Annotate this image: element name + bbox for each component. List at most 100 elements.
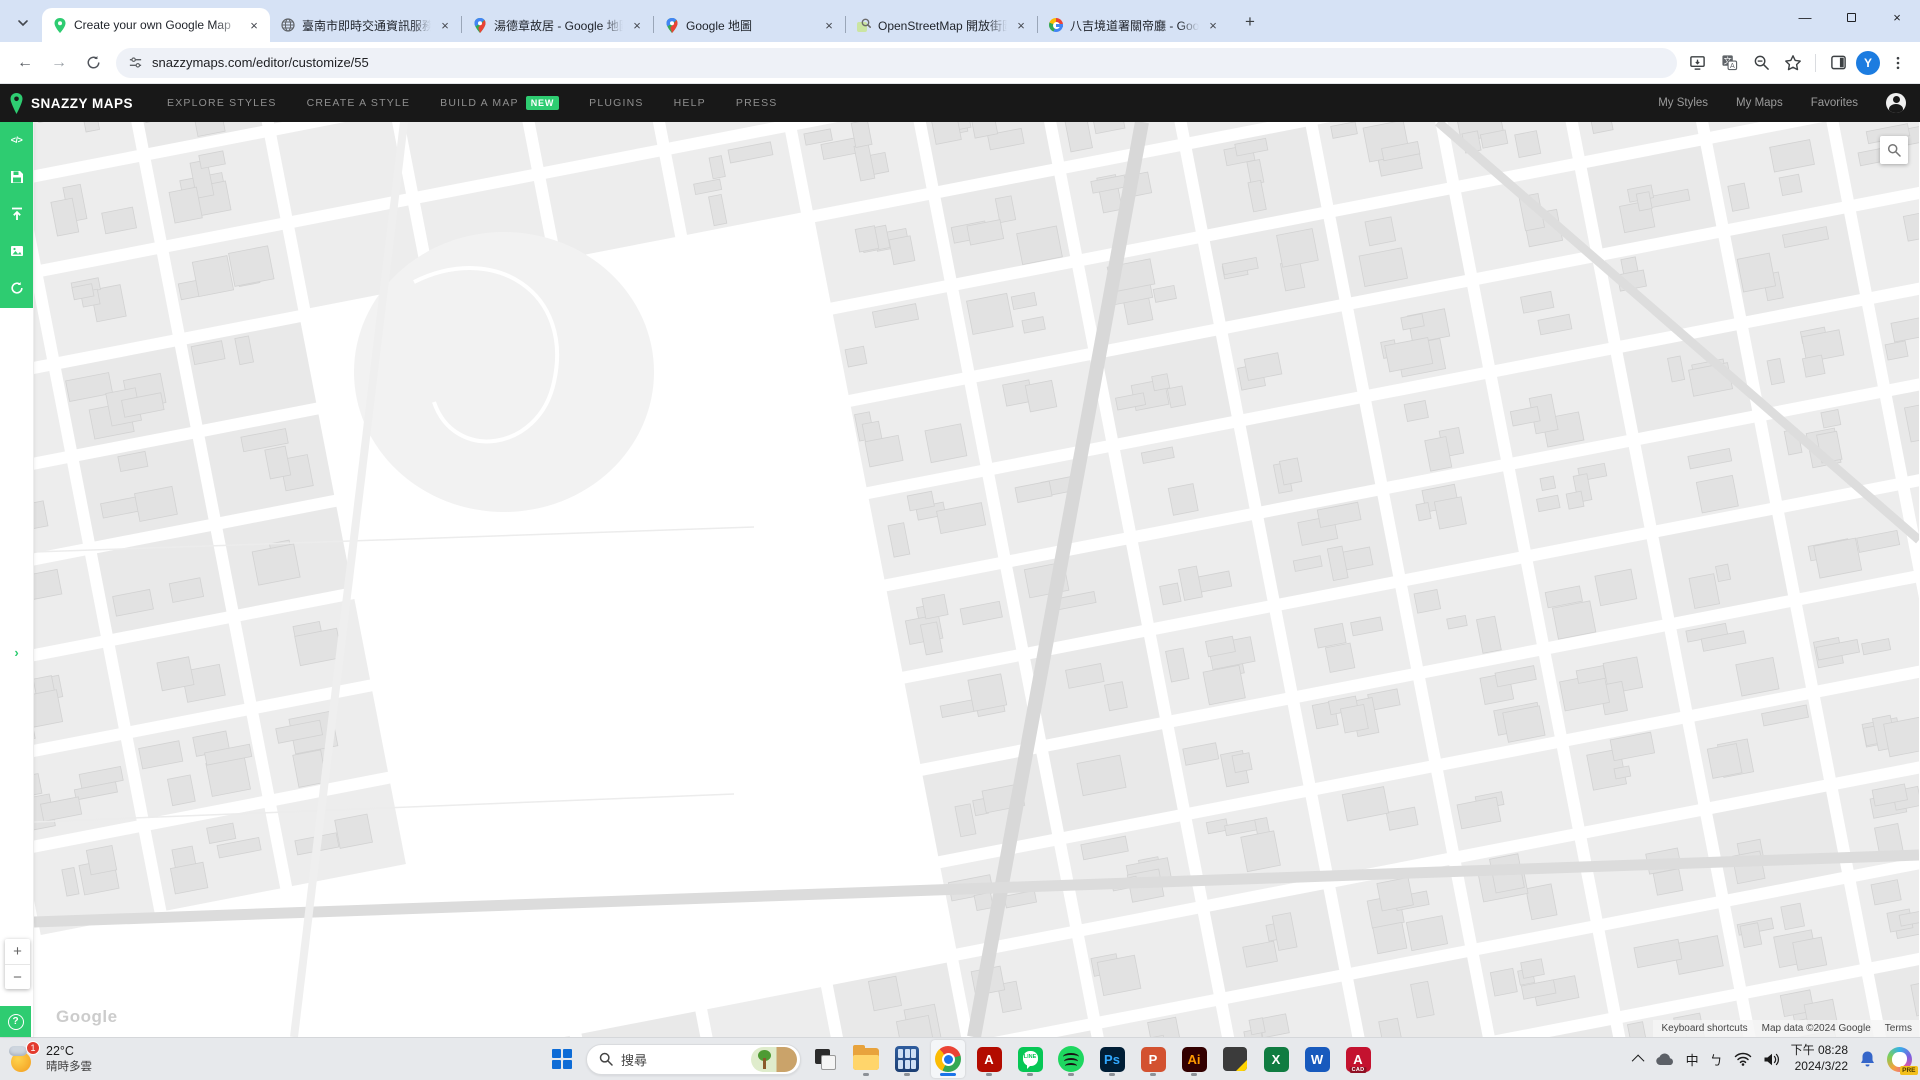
tab-title: 臺南市即時交通資訊服務網 (302, 17, 431, 34)
taskbar-search[interactable]: 搜尋 (586, 1044, 801, 1075)
nav-build-a-map[interactable]: BUILD A MAP NEW (440, 96, 559, 110)
speaker-icon[interactable] (1763, 1052, 1780, 1067)
nav-my-styles[interactable]: My Styles (1658, 97, 1708, 109)
tab-google-search[interactable]: 八吉境道署關帝廳 - Google 搜 × (1038, 8, 1229, 42)
help-button[interactable]: ? (0, 1006, 31, 1037)
taskbar-app-file-explorer[interactable] (849, 1040, 883, 1078)
clock-time: 下午 08:28 (1791, 1043, 1848, 1059)
toolbar-separator (1815, 54, 1816, 72)
nav-press[interactable]: PRESS (736, 97, 778, 109)
profile-avatar[interactable]: Y (1856, 51, 1880, 75)
sidebar-expand-chevron-icon[interactable]: › (0, 645, 33, 660)
terms-link[interactable]: Terms (1885, 1023, 1912, 1034)
install-app-icon[interactable] (1683, 49, 1711, 77)
browser-menu-icon[interactable] (1884, 49, 1912, 77)
tab-google-maps-place[interactable]: 湯德章故居 - Google 地圖 × (462, 8, 653, 42)
window-controls: — × (1782, 0, 1920, 34)
save-icon[interactable] (9, 169, 25, 185)
map-attribution: Keyboard shortcuts Map data ©2024 Google… (1653, 1020, 1920, 1037)
zoom-in-button[interactable]: + (5, 939, 30, 964)
search-icon (599, 1052, 613, 1066)
hidden-icons-chevron-icon[interactable] (1635, 1055, 1644, 1064)
upload-icon[interactable] (9, 206, 25, 222)
map-search-button[interactable] (1880, 136, 1908, 164)
notification-bell-icon[interactable] (1859, 1050, 1876, 1068)
taskbar-app-illustrator[interactable]: Ai (1177, 1040, 1211, 1078)
image-icon[interactable] (9, 243, 25, 259)
map-tiles (34, 122, 1919, 1037)
system-tray: 中 ㄅ 下午 08:28 2024/3/22 PRE (1635, 1038, 1912, 1080)
code-icon[interactable]: </> (9, 132, 25, 148)
nav-build-a-map-label: BUILD A MAP (440, 97, 519, 109)
nav-explore-styles[interactable]: EXPLORE STYLES (167, 97, 277, 109)
taskbar-app-excel[interactable]: X (1259, 1040, 1293, 1078)
bookmark-star-icon[interactable] (1779, 49, 1807, 77)
nav-plugins[interactable]: PLUGINS (589, 97, 644, 109)
taskbar-app-photoshop[interactable]: Ps (1095, 1040, 1129, 1078)
taskbar-app-powerpoint[interactable]: P (1136, 1040, 1170, 1078)
tab-close-icon[interactable]: × (629, 17, 645, 33)
tab-close-icon[interactable]: × (437, 17, 453, 33)
taskbar-app-notes[interactable] (1218, 1040, 1252, 1078)
reload-button[interactable] (78, 48, 108, 78)
tab-openstreetmap[interactable]: OpenStreetMap 開放街圖 × (846, 8, 1037, 42)
ime-language-indicator[interactable]: 中 (1686, 1050, 1699, 1069)
wifi-icon[interactable] (1734, 1052, 1752, 1066)
taskbar-app-calculator[interactable] (890, 1040, 924, 1078)
map-canvas[interactable]: Google Keyboard shortcuts Map data ©2024… (34, 122, 1920, 1037)
tab-close-icon[interactable]: × (246, 17, 262, 33)
weather-widget[interactable]: 1 22°C 晴時多雲 (8, 1044, 92, 1074)
tab-close-icon[interactable]: × (1013, 17, 1029, 33)
taskbar-app-task-view[interactable] (808, 1040, 842, 1078)
translate-icon[interactable]: 文A (1715, 49, 1743, 77)
brand-name: SNAZZY MAPS (31, 96, 133, 111)
account-icon[interactable] (1886, 93, 1906, 113)
tab-google-maps[interactable]: Google 地圖 × (654, 8, 845, 42)
zoom-out-page-icon[interactable] (1747, 49, 1775, 77)
tab-close-icon[interactable]: × (821, 17, 837, 33)
notification-badge: 1 (26, 1041, 40, 1055)
globe-icon (280, 17, 296, 33)
nav-favorites[interactable]: Favorites (1811, 97, 1858, 109)
tab-tainan-traffic[interactable]: 臺南市即時交通資訊服務網 × (270, 8, 461, 42)
taskbar-app-acrobat[interactable]: A (972, 1040, 1006, 1078)
osm-icon (856, 17, 872, 33)
windows-logo-icon (552, 1049, 572, 1069)
taskbar-clock[interactable]: 下午 08:28 2024/3/22 (1791, 1043, 1848, 1074)
weather-icon: 1 (8, 1044, 38, 1074)
address-bar[interactable]: snazzymaps.com/editor/customize/55 (116, 48, 1677, 78)
maximize-button[interactable] (1828, 0, 1874, 34)
side-panel-icon[interactable] (1824, 49, 1852, 77)
new-tab-button[interactable]: + (1237, 9, 1263, 35)
refresh-icon[interactable] (9, 280, 25, 296)
tab-title: Google 地圖 (686, 17, 815, 34)
taskbar-app-chrome[interactable] (931, 1040, 965, 1078)
ime-mode-indicator[interactable]: ㄅ (1710, 1050, 1723, 1069)
close-button[interactable]: × (1874, 0, 1920, 34)
taskbar-app-spotify[interactable] (1054, 1040, 1088, 1078)
taskbar-app-line[interactable]: LINE (1013, 1040, 1047, 1078)
back-button[interactable]: ← (10, 48, 40, 78)
nav-create-a-style[interactable]: CREATE A STYLE (307, 97, 411, 109)
map-data-text: Map data ©2024 Google (1762, 1023, 1871, 1034)
nav-my-maps[interactable]: My Maps (1736, 97, 1783, 109)
site-settings-icon[interactable] (128, 55, 143, 70)
nav-help[interactable]: HELP (674, 97, 706, 109)
snazzy-maps-logo[interactable]: SNAZZY MAPS (10, 93, 133, 114)
tab-snazzy-maps[interactable]: Create your own Google Map × (42, 8, 270, 42)
start-button[interactable] (545, 1040, 579, 1078)
taskbar-app-autocad[interactable]: ACAD (1341, 1040, 1375, 1078)
forward-button[interactable]: → (44, 48, 74, 78)
zoom-out-button[interactable]: − (5, 964, 30, 989)
editor-sidebar: </> › + − ? (0, 122, 34, 1037)
google-maps-pin-icon (664, 17, 680, 33)
tab-search-chevron-icon[interactable] (8, 8, 38, 38)
minimize-button[interactable]: — (1782, 0, 1828, 34)
onedrive-cloud-icon[interactable] (1655, 1052, 1675, 1066)
taskbar-app-word[interactable]: W (1300, 1040, 1334, 1078)
tab-close-icon[interactable]: × (1205, 17, 1221, 33)
copilot-icon[interactable]: PRE (1887, 1047, 1912, 1072)
search-icon (1887, 143, 1901, 157)
url-text: snazzymaps.com/editor/customize/55 (152, 55, 369, 70)
keyboard-shortcuts-link[interactable]: Keyboard shortcuts (1661, 1023, 1747, 1034)
